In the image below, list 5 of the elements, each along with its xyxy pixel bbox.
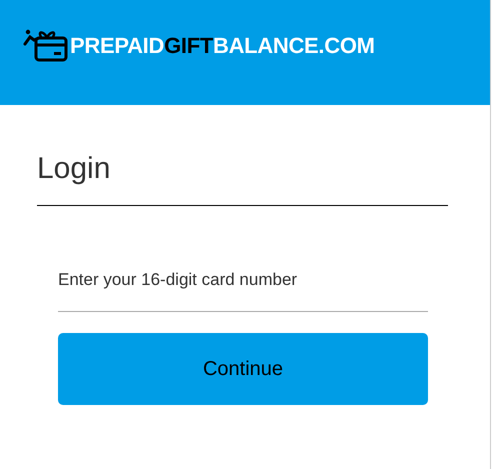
gift-card-icon xyxy=(22,28,68,64)
login-heading: Login xyxy=(37,151,112,187)
card-number-field[interactable]: Enter your 16-digit card number xyxy=(58,262,428,312)
continue-button[interactable]: Continue xyxy=(58,333,428,405)
logo-text[interactable]: PREPAIDGIFTBALANCE.COM xyxy=(70,32,375,58)
